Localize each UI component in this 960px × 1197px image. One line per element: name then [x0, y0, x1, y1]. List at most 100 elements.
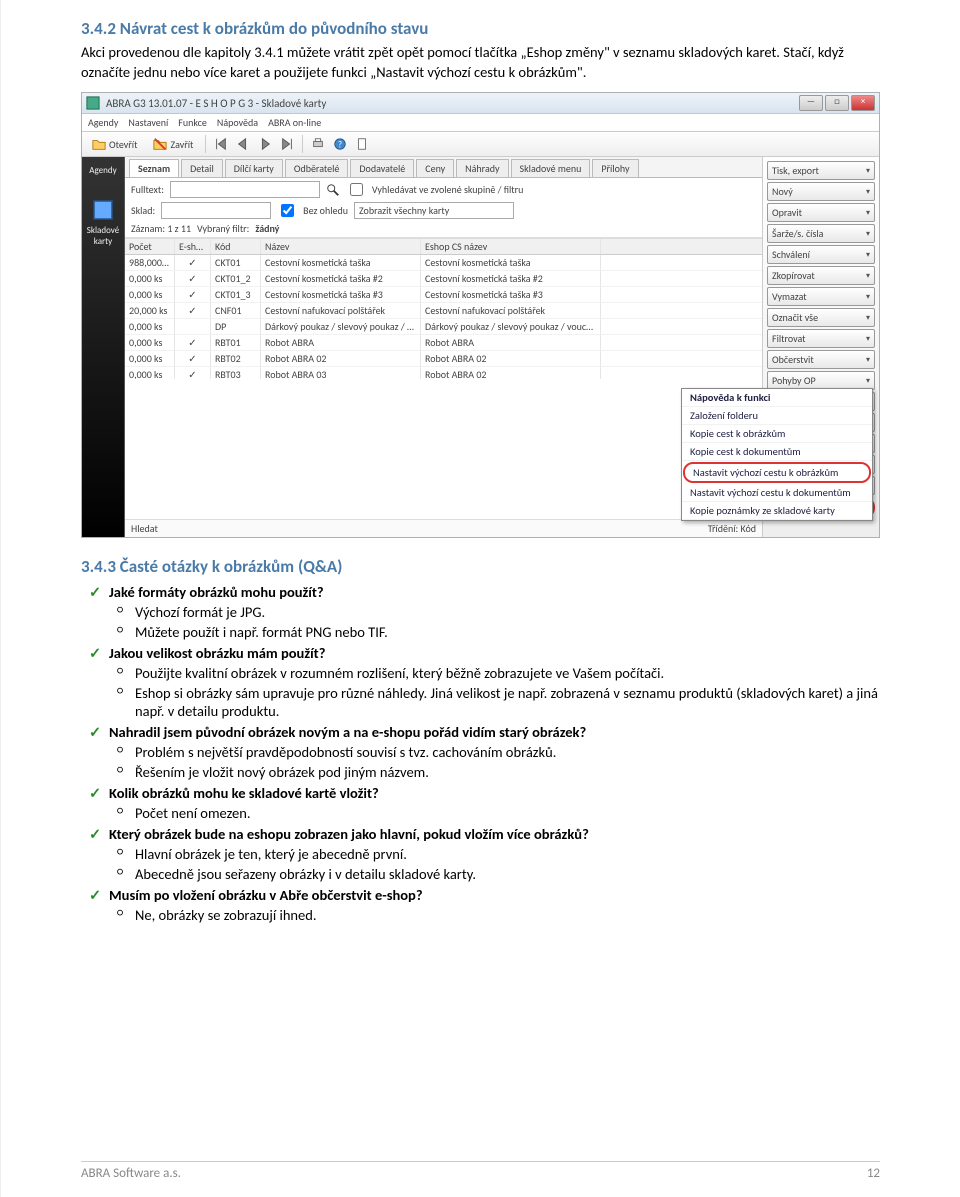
sidebar-sklad[interactable]: Skladové karty: [82, 198, 124, 247]
cell-pocet: 0,000 ks: [125, 367, 175, 379]
document-icon[interactable]: [355, 137, 369, 151]
maximize-button[interactable]: □: [825, 95, 849, 111]
q1a: Výchozí formát je JPG.: [135, 603, 880, 621]
menu-item[interactable]: Nastavení: [128, 116, 168, 129]
table-row[interactable]: 0,000 ks✓RBT03Robot ABRA 03Robot ABRA 02: [125, 367, 762, 379]
cell-csnazev: Cestovní kosmetická taška #2: [421, 271, 601, 286]
tab-nahrady[interactable]: Náhrady: [456, 159, 508, 177]
tab-prilohy[interactable]: Přílohy: [592, 159, 638, 177]
cell-pocet: 0,000 ks: [125, 271, 175, 286]
cell-csnazev: Robot ABRA 02: [421, 351, 601, 366]
cell-nazev: Robot ABRA 03: [261, 367, 421, 379]
col-pocet[interactable]: Počet: [125, 239, 175, 254]
tab-detail[interactable]: Detail: [181, 159, 223, 177]
toolbar-open[interactable]: Otevřít: [88, 136, 141, 152]
chevron-down-icon: ▾: [866, 313, 870, 323]
sidebar-agendy[interactable]: Agendy: [89, 165, 116, 176]
data-table: Počet E-shop Kód Název Eshop CS název 98…: [125, 238, 762, 379]
table-row[interactable]: 988,000 ks✓CKT01Cestovní kosmetická tašk…: [125, 255, 762, 271]
action-button[interactable]: Označit vše▾: [767, 308, 875, 327]
screenshot-abra: ABRA G3 13.01.07 - E S H O P G 3 - Sklad…: [81, 92, 880, 538]
cell-eshop: ✓: [175, 271, 211, 286]
tab-dilci[interactable]: Dílčí karty: [225, 159, 283, 177]
heading-343: 3.4.3 Časté otázky k obrázkům (Q&A): [81, 556, 880, 577]
action-button[interactable]: Občerstvit▾: [767, 350, 875, 369]
ctx-default-img-path[interactable]: Nastavit výchozí cestu k obrázkům: [683, 462, 871, 483]
col-nazev[interactable]: Název: [261, 239, 421, 254]
heading-342: 3.4.2 Návrat cest k obrázkům do původníh…: [81, 18, 880, 39]
table-row[interactable]: 0,000 ksDPDárkový poukaz / slevový pouka…: [125, 319, 762, 335]
q5b: Abecedně jsou seřazeny obrázky i v detai…: [135, 865, 880, 883]
bez-ohledu-checkbox[interactable]: [281, 204, 294, 217]
menu-item[interactable]: Nápověda: [217, 116, 258, 129]
zobrazit-select[interactable]: Zobrazit všechny karty: [354, 202, 514, 219]
minimize-button[interactable]: —: [799, 95, 823, 111]
ctx-default-doc-path[interactable]: Nastavit výchozí cestu k dokumentům: [682, 484, 872, 502]
ctx-help[interactable]: Nápověda k funkci: [682, 389, 872, 407]
tab-ceny[interactable]: Ceny: [416, 159, 454, 177]
chevron-down-icon: ▾: [866, 166, 870, 176]
separator: [302, 135, 303, 153]
menu-item[interactable]: Funkce: [178, 116, 207, 129]
nav-next-icon[interactable]: [258, 137, 272, 151]
cell-kod: RBT02: [211, 351, 261, 366]
status-trideni-value: Kód: [740, 522, 756, 535]
table-row[interactable]: 0,000 ks✓RBT01Robot ABRARobot ABRA: [125, 335, 762, 351]
col-kod[interactable]: Kód: [211, 239, 261, 254]
chevron-down-icon: ▾: [866, 334, 870, 344]
nav-prev-icon[interactable]: [236, 137, 250, 151]
tab-dodavatele[interactable]: Dodavatelé: [350, 159, 414, 177]
cell-csnazev: Cestovní kosmetická taška #3: [421, 287, 601, 302]
table-row[interactable]: 20,000 ks✓CNF01Cestovní nafukovací polšt…: [125, 303, 762, 319]
tab-seznam[interactable]: Seznam: [129, 159, 179, 177]
close-button[interactable]: ×: [851, 95, 875, 111]
action-button[interactable]: Tisk, export▾: [767, 161, 875, 180]
menu-item[interactable]: ABRA on-line: [268, 116, 321, 129]
col-csnazev[interactable]: Eshop CS název: [421, 239, 601, 254]
chevron-down-icon: ▾: [866, 292, 870, 302]
action-button[interactable]: Šarže/s. čísla▾: [767, 224, 875, 243]
ctx-copy-img-paths[interactable]: Kopie cest k obrázkům: [682, 425, 872, 443]
cell-pocet: 20,000 ks: [125, 303, 175, 318]
cell-kod: CKT01_3: [211, 287, 261, 302]
help-icon[interactable]: ?: [333, 137, 347, 151]
action-button[interactable]: Schválení▾: [767, 245, 875, 264]
tab-odberatele[interactable]: Odběratelé: [285, 159, 349, 177]
menu-item[interactable]: Agendy: [88, 116, 118, 129]
q1b: Můžete použít i např. formát PNG nebo TI…: [135, 623, 880, 641]
ctx-copy-note[interactable]: Kopie poznámky ze skladové karty: [682, 502, 872, 520]
cell-eshop: ✓: [175, 303, 211, 318]
action-button[interactable]: Zkopírovat▾: [767, 266, 875, 285]
action-button[interactable]: Opravit▾: [767, 203, 875, 222]
action-button[interactable]: Nový▾: [767, 182, 875, 201]
cell-csnazev: Cestovní kosmetická taška: [421, 255, 601, 270]
tab-skladmenu[interactable]: Skladové menu: [511, 159, 591, 177]
table-row[interactable]: 0,000 ks✓RBT02Robot ABRA 02Robot ABRA 02: [125, 351, 762, 367]
fulltext-input[interactable]: [170, 181, 320, 198]
table-row[interactable]: 0,000 ks✓CKT01_3Cestovní kosmetická tašk…: [125, 287, 762, 303]
sklad-select[interactable]: [161, 202, 271, 219]
nav-first-icon[interactable]: [214, 137, 228, 151]
cell-nazev: Cestovní nafukovací polštářek: [261, 303, 421, 318]
main-panel: Seznam Detail Dílčí karty Odběratelé Dod…: [125, 157, 762, 537]
cell-eshop: ✓: [175, 287, 211, 302]
separator: [205, 135, 206, 153]
col-eshop[interactable]: E-shop: [175, 239, 211, 254]
search-icon[interactable]: [326, 183, 340, 197]
action-button[interactable]: Filtrovat▾: [767, 329, 875, 348]
print-icon[interactable]: [311, 137, 325, 151]
action-button[interactable]: Vymazat▾: [767, 287, 875, 306]
table-row[interactable]: 0,000 ks✓CKT01_2Cestovní kosmetická tašk…: [125, 271, 762, 287]
cell-pocet: 0,000 ks: [125, 335, 175, 350]
status-hledat[interactable]: Hledat: [131, 522, 158, 535]
cell-eshop: ✓: [175, 255, 211, 270]
ctx-folder[interactable]: Založení folderu: [682, 407, 872, 425]
q1: Jaké formáty obrázků mohu použít? Výchoz…: [109, 583, 880, 641]
ctx-copy-doc-paths[interactable]: Kopie cest k dokumentům: [682, 443, 872, 461]
nav-last-icon[interactable]: [280, 137, 294, 151]
window-titlebar: ABRA G3 13.01.07 - E S H O P G 3 - Sklad…: [82, 93, 879, 114]
toolbar-close[interactable]: Zavřít: [149, 136, 197, 152]
search-scope-label: Vyhledávat ve zvolené skupině / filtru: [372, 183, 524, 196]
search-scope-checkbox[interactable]: [350, 183, 363, 196]
footer-company: ABRA Software a.s.: [81, 1166, 181, 1181]
